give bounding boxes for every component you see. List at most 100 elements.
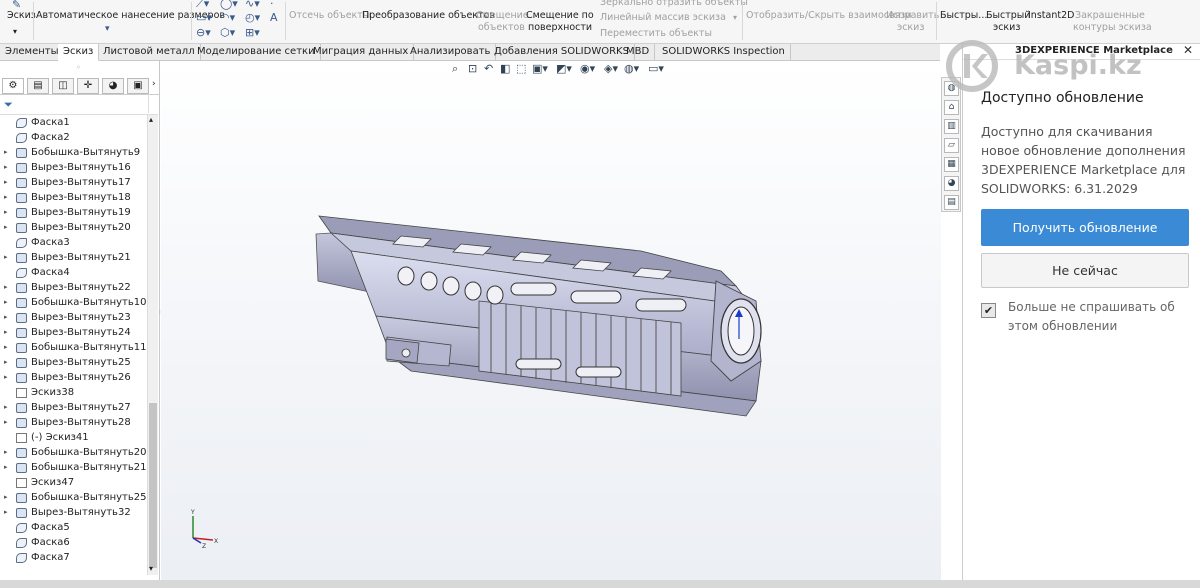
- tree-item[interactable]: ▸ Бобышка-Вытянуть9: [0, 145, 148, 160]
- expand-arrow-icon[interactable]: ▸: [4, 325, 8, 340]
- pattern-dropdown-icon[interactable]: ▾: [733, 12, 737, 24]
- tab-data-migration[interactable]: Миграция данных: [308, 44, 415, 61]
- home-icon[interactable]: ⌂: [944, 100, 959, 115]
- display-style-icon[interactable]: ◩▾: [556, 62, 572, 75]
- expand-arrow-icon[interactable]: ▸: [4, 505, 8, 520]
- configuration-tab-icon[interactable]: ◫: [52, 78, 74, 94]
- dont-ask-checkbox[interactable]: ✔: [981, 303, 996, 318]
- repair-sketch-button[interactable]: Исправить: [886, 10, 939, 22]
- expand-arrow-icon[interactable]: ▸: [4, 190, 8, 205]
- tree-filter[interactable]: ⏷: [0, 94, 158, 115]
- sketch-dropdown-icon[interactable]: ▾: [13, 26, 17, 38]
- slot-tool-icon[interactable]: ⊖▾: [196, 26, 211, 39]
- custom-properties-icon[interactable]: ▤: [944, 195, 959, 210]
- feature-tree-tab-icon[interactable]: ⚙: [2, 78, 24, 94]
- design-library-icon[interactable]: ▥: [944, 119, 959, 134]
- spline-tool-icon[interactable]: ∿▾: [245, 0, 260, 10]
- move-entities-button[interactable]: Переместить объекты: [600, 28, 712, 40]
- expand-arrow-icon[interactable]: ▸: [4, 490, 8, 505]
- view-palette-icon[interactable]: ▦: [944, 157, 959, 172]
- tree-item[interactable]: (-) Эскиз41: [0, 430, 148, 445]
- tree-item[interactable]: ▸ Вырез-Вытянуть22: [0, 280, 148, 295]
- expand-arrow-icon[interactable]: ▸: [4, 175, 8, 190]
- appearances-icon[interactable]: ◕: [944, 176, 959, 191]
- expand-arrow-icon[interactable]: ▸: [4, 445, 8, 460]
- tab-sketch[interactable]: Эскиз: [58, 44, 100, 61]
- plane-tool-icon[interactable]: ⊞▾: [245, 26, 260, 39]
- shaded-contours-button[interactable]: Закрашенные: [1075, 10, 1145, 22]
- not-now-button[interactable]: Не сейчас: [981, 253, 1189, 288]
- tree-item[interactable]: ▸ Бобышка-Вытянуть10: [0, 295, 148, 310]
- expand-arrow-icon[interactable]: ▸: [4, 400, 8, 415]
- zoom-to-fit-icon[interactable]: ⌕: [452, 62, 458, 76]
- view-orientation-icon[interactable]: ▣▾: [532, 62, 548, 75]
- tree-item[interactable]: ▸ Вырез-Вытянуть19: [0, 205, 148, 220]
- tree-item[interactable]: Эскиз47: [0, 475, 148, 490]
- fillet-tool-icon[interactable]: ◴▾: [245, 11, 260, 24]
- tree-item[interactable]: ▸ Вырез-Вытянуть17: [0, 175, 148, 190]
- property-manager-tab-icon[interactable]: ▤: [27, 78, 49, 94]
- filter-icon[interactable]: ⏷: [4, 98, 13, 112]
- tree-item[interactable]: Фаска4: [0, 265, 148, 280]
- scroll-down-icon[interactable]: ▾: [149, 564, 153, 573]
- tree-item[interactable]: ▸ Вырез-Вытянуть21: [0, 250, 148, 265]
- expand-arrow-icon[interactable]: ▸: [4, 310, 8, 325]
- close-icon[interactable]: ✕: [1183, 43, 1193, 57]
- tab-mbd[interactable]: MBD: [621, 44, 656, 61]
- tree-item[interactable]: ▸ Вырез-Вытянуть25: [0, 355, 148, 370]
- tree-item[interactable]: ▸ Вырез-Вытянуть24: [0, 325, 148, 340]
- mirror-entities-button[interactable]: Зеркально отразить объекты: [600, 0, 748, 9]
- tree-scrollbar[interactable]: ▴ ▾: [147, 115, 158, 575]
- expand-arrow-icon[interactable]: ▸: [4, 250, 8, 265]
- rectangle-tool-icon[interactable]: ▭▾: [196, 11, 212, 24]
- filter-field[interactable]: [148, 94, 157, 113]
- expand-arrow-icon[interactable]: ▸: [4, 295, 8, 310]
- tree-item[interactable]: Фаска6: [0, 535, 148, 550]
- dynamic-annotation-icon[interactable]: ⬚: [516, 62, 526, 75]
- tree-item[interactable]: ▸ Вырез-Вытянуть20: [0, 220, 148, 235]
- tree-item[interactable]: Фаска1: [0, 115, 148, 130]
- offset-surface-button[interactable]: Смещение по: [526, 10, 594, 22]
- tree-item[interactable]: ▸ Бобышка-Вытянуть11: [0, 340, 148, 355]
- edit-appearance-icon[interactable]: ◈▾: [604, 62, 618, 75]
- expand-arrow-icon[interactable]: ▸: [4, 145, 8, 160]
- tree-item[interactable]: ▸ Бобышка-Вытянуть21: [0, 460, 148, 475]
- cam-tab-icon[interactable]: ▣: [127, 78, 149, 94]
- arc-tool-icon[interactable]: ◠▾: [220, 11, 235, 24]
- tab-features[interactable]: Элементы: [0, 44, 65, 61]
- expand-arrow-icon[interactable]: ▸: [4, 460, 8, 475]
- tree-item[interactable]: ▸ Бобышка-Вытянуть20: [0, 445, 148, 460]
- tree-item[interactable]: ▸ Вырез-Вытянуть23: [0, 310, 148, 325]
- point-tool-icon[interactable]: ·: [270, 0, 274, 10]
- graphics-area[interactable]: [161, 61, 941, 580]
- line-tool-icon[interactable]: ⟋▾: [196, 0, 209, 11]
- display-manager-tab-icon[interactable]: ◕: [102, 78, 124, 94]
- tree-scrollbar-thumb[interactable]: [149, 403, 157, 568]
- expand-arrow-icon[interactable]: ▸: [4, 340, 8, 355]
- linear-pattern-button[interactable]: Линейный массив эскиза: [600, 12, 726, 24]
- tree-item[interactable]: ▸ Вырез-Вытянуть32: [0, 505, 148, 520]
- polygon-tool-icon[interactable]: ⬡▾: [220, 26, 235, 39]
- tab-solidworks-inspection[interactable]: SOLIDWORKS Inspection: [657, 44, 791, 61]
- tree-item[interactable]: ▸ Вырез-Вытянуть26: [0, 370, 148, 385]
- scroll-up-icon[interactable]: ▴: [149, 115, 153, 124]
- tree-item[interactable]: Фаска5: [0, 520, 148, 535]
- trim-entities-button[interactable]: Отсечь объекты: [289, 10, 370, 22]
- tree-item[interactable]: ▸ Вырез-Вытянуть18: [0, 190, 148, 205]
- expand-arrow-icon[interactable]: ▸: [4, 280, 8, 295]
- expand-arrow-icon[interactable]: ▸: [4, 160, 8, 175]
- sketch-button[interactable]: Эскиз: [7, 10, 36, 22]
- tabs-scroll-icon[interactable]: ›: [152, 79, 156, 89]
- expand-arrow-icon[interactable]: ▸: [4, 370, 8, 385]
- tree-item[interactable]: Фаска2: [0, 130, 148, 145]
- tree-item[interactable]: ▸ Вырез-Вытянуть28: [0, 415, 148, 430]
- expand-arrow-icon[interactable]: ▸: [4, 205, 8, 220]
- instant2d-button[interactable]: Instant2D: [1028, 10, 1074, 22]
- zoom-area-icon[interactable]: ⊡: [468, 62, 477, 75]
- tree-item[interactable]: Эскиз38: [0, 385, 148, 400]
- get-update-button[interactable]: Получить обновление: [981, 209, 1189, 246]
- expand-arrow-icon[interactable]: ▸: [4, 220, 8, 235]
- tree-item[interactable]: Фаска7: [0, 550, 148, 565]
- expand-arrow-icon[interactable]: ▸: [4, 355, 8, 370]
- dropdown-arrow-icon[interactable]: ▾: [105, 24, 110, 34]
